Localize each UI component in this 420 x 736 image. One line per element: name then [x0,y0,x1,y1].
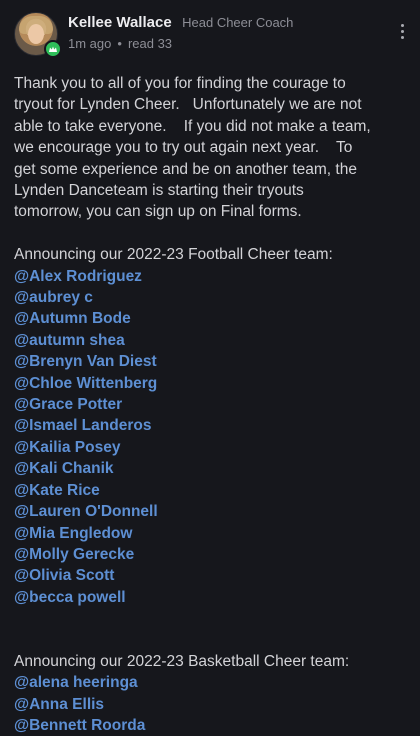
message-text: Thank you to all of you for finding the … [14,73,408,223]
author-role: Head Cheer Coach [182,15,294,30]
crown-badge-icon [44,40,62,58]
member-mention-link[interactable]: @Olivia Scott [14,565,408,586]
message-line: tomorrow, you can sign up on Final forms… [14,203,302,221]
message-line: we encourage you to try out again next y… [14,139,353,157]
message-line: tryout for Lynden Cheer. Unfortunately w… [14,96,362,114]
member-mention-link[interactable]: @Alex Rodriguez [14,266,408,287]
member-mention-link[interactable]: @Lauren O'Donnell [14,501,408,522]
member-mention-link[interactable]: @becca powell [14,587,408,608]
message-line: Thank you to all of you for finding the … [14,75,346,92]
announcement-post: Kellee Wallace Head Cheer Coach 1m ago • r… [0,0,420,736]
member-mention-link[interactable]: @Kali Chanik [14,458,408,479]
member-mention-link[interactable]: @Mia Engledow [14,523,408,544]
member-mention-link[interactable]: @Kate Rice [14,480,408,501]
message-line: Lynden Danceteam is starting their tryou… [14,182,304,200]
member-mention-link[interactable]: @alena heeringa [14,672,408,693]
message-line: get some experience and be on another te… [14,160,357,178]
member-mention-link[interactable]: @Ismael Landeros [14,415,408,436]
member-mention-link[interactable]: @Chloe Wittenberg [14,373,408,394]
member-mention-link[interactable]: @Grace Potter [14,394,408,415]
crown-icon [49,46,57,52]
post-time: 1m ago [68,36,112,51]
member-mention-link[interactable]: @Autumn Bode [14,308,408,329]
author-name[interactable]: Kellee Wallace [68,14,172,31]
member-mention-link[interactable]: @aubrey c [14,287,408,308]
member-mention-link[interactable]: @autumn shea [14,330,408,351]
football-team-list: @Alex Rodriguez @aubrey c @Autumn Bode @aut… [14,266,408,609]
meta-separator: • [117,36,122,51]
author-name-row: Kellee Wallace Head Cheer Coach [68,14,293,32]
basketball-heading: Announcing our 2022-23 Basketball Cheer … [14,652,350,670]
member-mention-link[interactable]: @Kailia Posey [14,437,408,458]
member-mention-link[interactable]: @Molly Gerecke [14,544,408,565]
more-vertical-icon[interactable] [398,24,406,44]
post-header: Kellee Wallace Head Cheer Coach 1m ago • r… [14,12,406,60]
member-mention-link[interactable]: @Brenyn Van Diest [14,351,408,372]
post-body: Thank you to all of you for finding the … [14,73,408,736]
read-count[interactable]: read 33 [128,36,172,51]
member-mention-link[interactable]: @Bennett Roorda [14,715,408,736]
basketball-team-list: @alena heeringa @Anna Ellis @Bennett Roord… [14,672,408,736]
post-meta: 1m ago • read 33 [68,36,172,51]
avatar-face [28,24,44,44]
message-line: able to take everyone. If you did not ma… [14,117,371,135]
member-mention-link[interactable]: @Anna Ellis [14,694,408,715]
football-heading: Announcing our 2022-23 Football Cheer te… [14,246,333,264]
